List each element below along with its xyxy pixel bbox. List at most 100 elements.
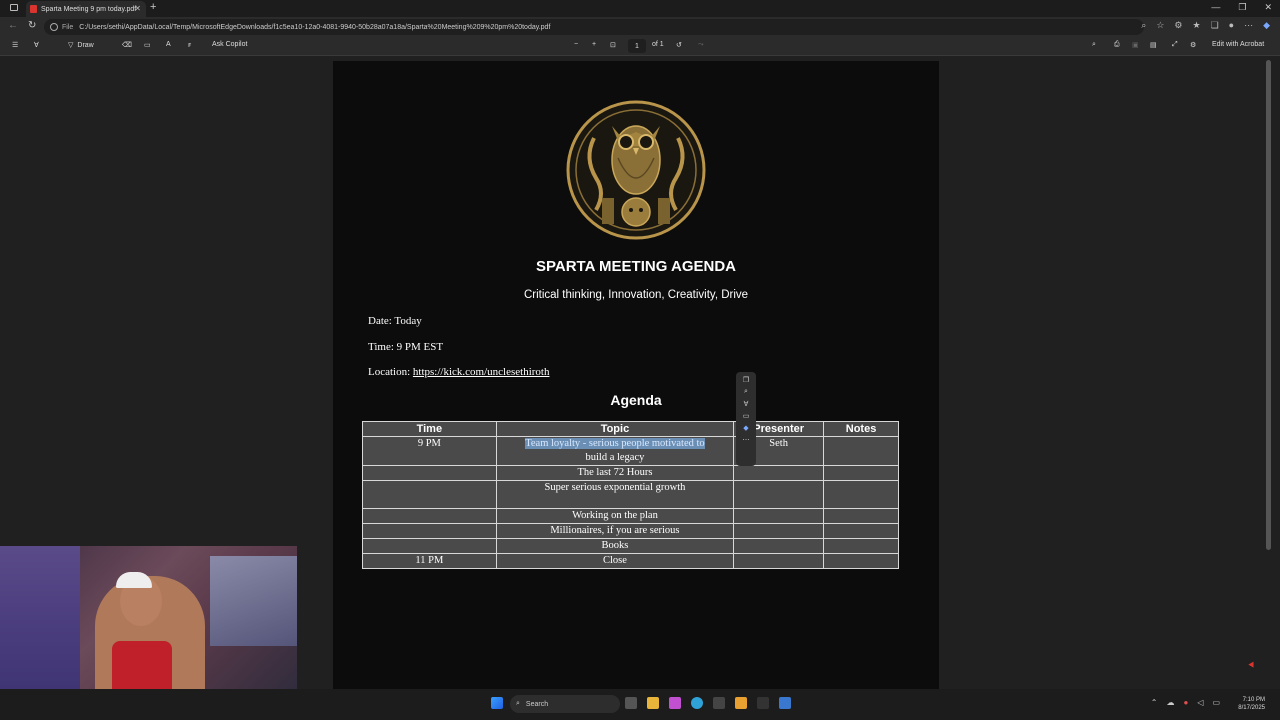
- pdf-icon: [30, 5, 37, 13]
- cell-topic: The last 72 Hours: [495, 465, 735, 481]
- cell-topic: Super serious exponential growth: [495, 480, 735, 509]
- immersive-icon[interactable]: ꜰ: [188, 41, 191, 49]
- close-window-icon[interactable]: ✕: [1264, 2, 1272, 13]
- zoom-out-icon[interactable]: −: [574, 41, 578, 48]
- table-row: Millionaires, if you are serious: [362, 523, 899, 539]
- print-icon[interactable]: ⎙: [1114, 41, 1120, 49]
- location-line: Location: https://kick.com/unclesethirot…: [368, 366, 549, 378]
- copilot-icon[interactable]: ◆: [1263, 20, 1270, 31]
- page-number-input[interactable]: 1: [628, 39, 646, 53]
- read-aloud-icon[interactable]: A: [166, 41, 171, 48]
- text-icon[interactable]: ▭: [144, 41, 151, 49]
- search-selection-icon[interactable]: ⌕: [744, 388, 748, 396]
- cell-presenter: [733, 465, 825, 481]
- obs-icon[interactable]: [779, 697, 791, 709]
- copilot-selection-icon[interactable]: ◆: [743, 424, 748, 432]
- comment-icon[interactable]: ▭: [743, 412, 750, 420]
- fullscreen-icon[interactable]: ⤢: [1172, 41, 1178, 49]
- rotate-icon[interactable]: ↺: [676, 41, 682, 49]
- volume-icon[interactable]: ◁: [1197, 698, 1203, 707]
- search-label: Search: [525, 700, 549, 708]
- extensions-icon[interactable]: ⚙: [1174, 20, 1182, 31]
- taskbar-clock[interactable]: 7:10 PM 8/17/2025: [1238, 696, 1265, 712]
- table-row: 11 PM Close: [362, 553, 899, 569]
- settings-icon[interactable]: ⚙: [1190, 41, 1196, 49]
- cell-notes: [823, 436, 899, 466]
- more-options-icon[interactable]: ⋯: [743, 436, 750, 444]
- cell-time: [362, 523, 497, 539]
- selected-text[interactable]: Team loyalty - serious people motivated …: [525, 438, 705, 449]
- cell-notes: [823, 480, 899, 509]
- collections-icon[interactable]: ❏: [1211, 20, 1219, 31]
- cell-topic-line2: build a legacy: [585, 452, 645, 463]
- document-title: SPARTA MEETING AGENDA: [535, 258, 736, 275]
- nav-buttons: ← ↻: [8, 20, 36, 31]
- network-icon[interactable]: ☁: [1166, 698, 1174, 707]
- table-row: 9 PM Team loyalty - serious people motiv…: [362, 436, 899, 466]
- terminal-icon[interactable]: [757, 697, 769, 709]
- tab-sparta-pdf[interactable]: Sparta Meeting 9 pm today.pdf ✕: [26, 1, 146, 17]
- more-icon[interactable]: ⋯: [1244, 20, 1253, 31]
- cell-presenter: [733, 480, 825, 509]
- highlight-icon[interactable]: ∀: [34, 41, 39, 49]
- contents-icon[interactable]: ☰: [12, 41, 18, 49]
- cell-presenter: [733, 553, 825, 569]
- cell-time: [362, 508, 497, 524]
- file-label: File: [62, 23, 74, 31]
- save-icon[interactable]: ▣: [1132, 41, 1139, 49]
- info-icon[interactable]: [50, 23, 58, 31]
- layout-icon[interactable]: ⤳: [698, 41, 704, 49]
- mic-icon[interactable]: ●: [1183, 698, 1188, 707]
- draw-label: Draw: [77, 41, 94, 49]
- task-view-icon[interactable]: [625, 697, 637, 709]
- cell-notes: [823, 553, 899, 569]
- back-icon[interactable]: ←: [8, 20, 18, 31]
- erase-icon[interactable]: ⌫: [122, 41, 132, 49]
- header-time: Time: [362, 421, 497, 437]
- copilot-app-icon[interactable]: [669, 697, 681, 709]
- profile-icon[interactable]: ●: [1229, 20, 1234, 31]
- edge-icon[interactable]: [691, 697, 703, 709]
- file-explorer-icon[interactable]: [647, 697, 659, 709]
- store-icon[interactable]: [713, 697, 725, 709]
- save-as-icon[interactable]: ▤: [1150, 41, 1157, 49]
- search-glass-icon: ⌕: [516, 700, 520, 707]
- ask-copilot-button[interactable]: Ask Copilot: [212, 41, 247, 48]
- cell-time: 11 PM: [362, 553, 497, 569]
- taskbar-search[interactable]: ⌕ Search: [510, 695, 620, 713]
- address-input[interactable]: File C:/Users/sethi/AppData/Local/Temp/M…: [44, 19, 1144, 35]
- favorite-icon[interactable]: ☆: [1156, 20, 1164, 31]
- tray-chevron-icon[interactable]: ⌃: [1151, 698, 1158, 707]
- copy-icon[interactable]: ❐: [743, 376, 749, 384]
- webcam-cap: [116, 572, 152, 588]
- zoom-icon[interactable]: ⌕: [1141, 20, 1146, 31]
- vertical-scrollbar[interactable]: [1266, 60, 1271, 550]
- page-total: of 1: [652, 41, 664, 48]
- address-actions: ⌕ ☆ ⚙ ★ ❏ ● ⋯ ◆: [1141, 20, 1270, 31]
- browser-tab-bar: Sparta Meeting 9 pm today.pdf ✕ + — ❐ ✕: [0, 0, 1280, 17]
- cell-presenter: [733, 538, 825, 554]
- start-icon[interactable]: [491, 697, 503, 709]
- fit-page-icon[interactable]: ⊡: [610, 41, 616, 49]
- table-row: The last 72 Hours: [362, 465, 899, 481]
- favorites-icon[interactable]: ★: [1192, 20, 1200, 31]
- maximize-icon[interactable]: ❐: [1238, 2, 1246, 13]
- location-link[interactable]: https://kick.com/unclesethiroth: [413, 366, 550, 378]
- pdf-toolbar: ☰ ∀ ▽ Draw ⌫ ▭ A ꜰ Ask Copilot − + ⊡ 1 o…: [0, 37, 1280, 56]
- cell-notes: [823, 538, 899, 554]
- search-icon[interactable]: ⌕: [1092, 41, 1096, 49]
- notification-icon[interactable]: ▭: [1212, 698, 1220, 707]
- location-label: Location:: [368, 366, 413, 378]
- app-icon[interactable]: [735, 697, 747, 709]
- draw-button[interactable]: ▽ Draw: [68, 41, 94, 50]
- header-notes: Notes: [823, 421, 899, 437]
- minimize-icon[interactable]: —: [1211, 2, 1220, 13]
- tab-actions-icon[interactable]: [10, 4, 18, 11]
- refresh-icon[interactable]: ↻: [28, 20, 36, 31]
- zoom-in-icon[interactable]: +: [592, 41, 596, 48]
- new-tab-icon[interactable]: +: [150, 1, 156, 13]
- edit-with-acrobat-button[interactable]: Edit with Acrobat: [1212, 41, 1264, 48]
- highlight-selection-icon[interactable]: ∀: [744, 400, 749, 408]
- acrobat-icon[interactable]: ⯇: [1247, 660, 1259, 672]
- close-tab-icon[interactable]: ✕: [134, 4, 141, 13]
